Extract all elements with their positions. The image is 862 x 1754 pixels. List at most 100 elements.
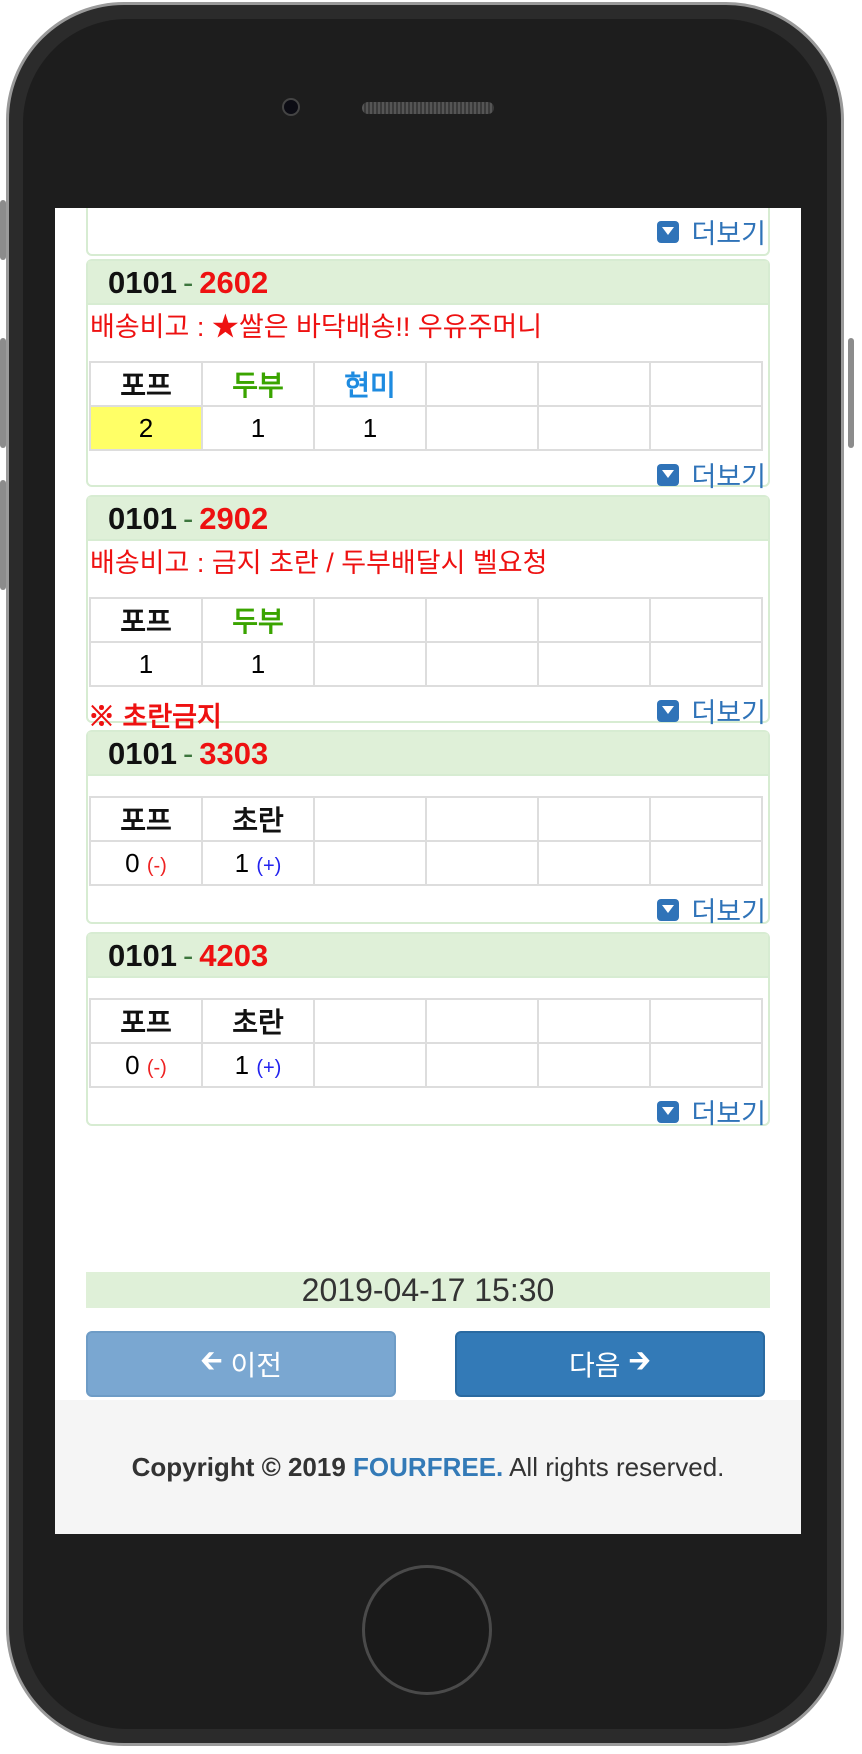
customer-number: 2902 <box>199 501 269 536</box>
quantity-cell: 0 (-) <box>89 1042 203 1088</box>
home-button[interactable] <box>362 1565 492 1695</box>
quantity-cell: 2 <box>89 405 203 451</box>
product-header <box>537 361 651 407</box>
arrow-right-icon: 🡲 <box>628 1345 651 1376</box>
quantity-cell <box>649 840 763 886</box>
delivery-note: 배송비고 : ★쌀은 바닥배송!! 우유주머니 <box>90 312 543 342</box>
delivery-note <box>88 776 768 796</box>
panel-heading: 0101-4203 <box>88 934 768 978</box>
customer-number: 2602 <box>199 265 269 300</box>
more-label: 더보기 <box>691 219 766 249</box>
panel-footer: 더보기 <box>88 886 768 934</box>
more-link[interactable]: 더보기 <box>657 691 766 730</box>
product-table: 포프 초란 0 (-) 1 (+) <box>89 998 763 1088</box>
product-header <box>649 361 763 407</box>
panel-footer: 더보기 <box>88 208 768 256</box>
separator: - <box>182 938 194 973</box>
quantity-cell: 1 (+) <box>201 1042 315 1088</box>
product-header <box>425 361 539 407</box>
order-panel: 0101-2602 배송비고 : ★쌀은 바닥배송!! 우유주머니 포프 두부 … <box>86 259 770 492</box>
separator: - <box>182 265 194 300</box>
front-camera <box>282 98 300 116</box>
panel-footer: 더보기 <box>88 451 768 499</box>
warning-text: ※ 초란금지 <box>88 702 222 732</box>
more-link[interactable]: 더보기 <box>657 455 766 494</box>
route-code: 0101 <box>108 265 177 300</box>
caret-square-down-icon <box>657 699 680 722</box>
product-header: 초란 <box>201 796 315 842</box>
copyright-text: Copyright © 2019 <box>131 1452 346 1482</box>
quantity-row: 2 1 1 <box>89 405 763 451</box>
order-panel-partial: 더보기 <box>86 208 770 256</box>
rights-text: All rights reserved. <box>509 1452 725 1482</box>
increase-link[interactable]: (+) <box>256 855 281 877</box>
brand-link[interactable]: FOURFREE. <box>353 1452 503 1482</box>
quantity-cell <box>537 405 651 451</box>
quantity-cell <box>425 405 539 451</box>
more-label: 더보기 <box>691 1099 766 1129</box>
product-header: 두부 <box>201 361 315 407</box>
quantity-cell <box>313 1042 427 1088</box>
quantity-row: 0 (-) 1 (+) <box>89 840 763 886</box>
product-header: 두부 <box>201 597 315 643</box>
delivery-note: 배송비고 : 금지 초란 / 두부배달시 벨요청 <box>90 548 548 578</box>
prev-button[interactable]: 🡰 이전 <box>86 1331 396 1397</box>
product-table: 포프 두부 현미 2 1 1 <box>89 361 763 451</box>
separator: - <box>182 501 194 536</box>
quantity-row: 1 1 <box>89 641 763 687</box>
quantity-cell: 1 <box>313 405 427 451</box>
product-header-row: 포프 두부 현미 <box>89 361 763 407</box>
product-header-row: 포프 초란 <box>89 796 763 842</box>
increase-link[interactable]: (+) <box>256 1057 281 1079</box>
page-footer: Copyright © 2019 FOURFREE. All rights re… <box>55 1400 801 1534</box>
customer-number: 3303 <box>199 736 269 771</box>
product-header: 포프 <box>89 361 203 407</box>
panel-footer: 더보기 <box>88 1088 768 1136</box>
product-header <box>425 597 539 643</box>
product-header <box>649 998 763 1044</box>
panel-footer: ※ 초란금지 더보기 <box>88 687 768 735</box>
volume-up-button <box>0 338 6 448</box>
separator: - <box>182 736 194 771</box>
power-button <box>848 338 854 448</box>
panel-heading: 0101-3303 <box>88 732 768 776</box>
quantity-cell: 1 (+) <box>201 840 315 886</box>
panel-heading: 0101-2602 <box>88 261 768 305</box>
arrow-left-icon: 🡰 <box>200 1345 223 1376</box>
product-header <box>313 998 427 1044</box>
quantity-cell <box>313 840 427 886</box>
route-code: 0101 <box>108 736 177 771</box>
quantity-row: 0 (-) 1 (+) <box>89 1042 763 1088</box>
product-header-row: 포프 초란 <box>89 998 763 1044</box>
silent-switch <box>0 200 6 260</box>
quantity-cell <box>649 641 763 687</box>
quantity-cell: 1 <box>201 641 315 687</box>
product-header: 포프 <box>89 796 203 842</box>
more-link[interactable]: 더보기 <box>657 890 766 929</box>
decrease-link[interactable]: (-) <box>147 855 167 877</box>
more-link[interactable]: 더보기 <box>657 212 766 251</box>
product-table: 포프 두부 1 1 <box>89 597 763 687</box>
next-button[interactable]: 다음 🡲 <box>455 1331 765 1397</box>
more-label: 더보기 <box>691 897 766 927</box>
prev-label: 이전 <box>230 1350 282 1381</box>
product-header <box>537 796 651 842</box>
caret-square-down-icon <box>657 463 680 486</box>
quantity-cell <box>537 641 651 687</box>
order-panel: 0101-2902 배송비고 : 금지 초란 / 두부배달시 벨요청 포프 두부… <box>86 495 770 732</box>
earpiece-speaker <box>362 102 494 114</box>
more-label: 더보기 <box>691 462 766 492</box>
product-table: 포프 초란 0 (-) 1 (+) <box>89 796 763 886</box>
quantity-cell <box>649 1042 763 1088</box>
quantity-cell <box>425 641 539 687</box>
decrease-link[interactable]: (-) <box>147 1057 167 1079</box>
product-header-row: 포프 두부 <box>89 597 763 643</box>
order-panel: 0101-4203 포프 초란 0 (-) 1 (+) 더보기 <box>86 932 770 1129</box>
product-header <box>425 796 539 842</box>
product-header: 포프 <box>89 597 203 643</box>
product-header: 현미 <box>313 361 427 407</box>
more-link[interactable]: 더보기 <box>657 1092 766 1131</box>
caret-square-down-icon <box>657 1100 680 1123</box>
quantity-cell: 1 <box>89 641 203 687</box>
route-code: 0101 <box>108 938 177 973</box>
